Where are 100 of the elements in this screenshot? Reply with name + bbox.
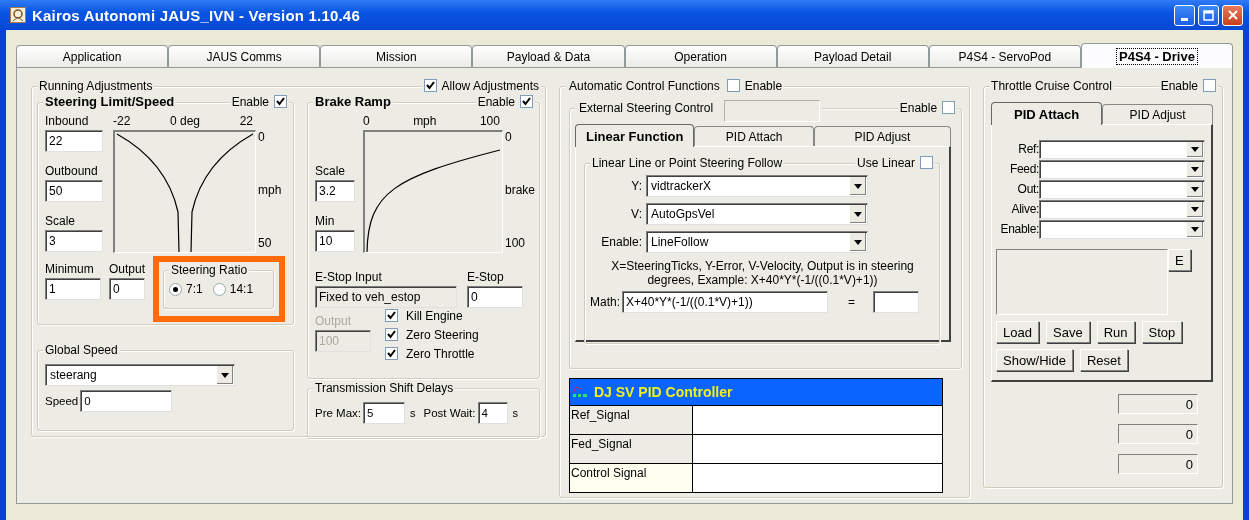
dropdown[interactable]: AutoGpsVel <box>646 203 868 225</box>
text-field[interactable]: 5 <box>363 402 405 424</box>
field-label: Scale <box>315 164 347 178</box>
dropdown[interactable] <box>1039 219 1206 239</box>
tab[interactable]: Mission <box>320 45 473 67</box>
dropdown[interactable]: vidtrackerX <box>646 175 868 197</box>
group-title: Linear Line or Point Steering Follow <box>590 155 785 170</box>
text-field[interactable] <box>873 291 920 313</box>
dropdown[interactable]: steerang <box>45 364 235 386</box>
maximize-button[interactable] <box>1198 4 1219 26</box>
minimize-button[interactable] <box>1174 4 1195 26</box>
checkbox-label: Kill Engine <box>406 308 463 323</box>
checkbox[interactable] <box>1203 79 1216 92</box>
field-label: Ref: <box>1018 142 1040 156</box>
checkbox[interactable] <box>920 156 933 169</box>
checkbox[interactable] <box>385 347 398 360</box>
action-button[interactable]: Show/Hide <box>996 349 1073 371</box>
field-label: Inbound <box>45 114 90 128</box>
caret-icon <box>854 239 862 245</box>
text-field[interactable]: 1 <box>45 278 101 300</box>
minimize-icon <box>1181 17 1188 21</box>
text-field[interactable]: 0 <box>80 390 173 412</box>
action-button[interactable]: Save <box>1046 321 1090 343</box>
table-cell: Control Signal <box>570 464 693 492</box>
checkbox-label: Enable <box>1160 78 1198 93</box>
dropdown[interactable]: LineFollow <box>646 231 868 253</box>
checkbox[interactable] <box>385 309 398 322</box>
checkbox[interactable] <box>942 101 956 114</box>
maximize-icon <box>1203 9 1214 21</box>
checkbox[interactable] <box>385 328 398 341</box>
field-label: Enable: <box>600 235 643 249</box>
action-button[interactable]: Reset <box>1079 349 1128 371</box>
text-field[interactable]: 0 <box>467 286 523 308</box>
tab[interactable]: PID Adjust <box>813 126 951 146</box>
text-field[interactable]: 0 <box>109 278 145 300</box>
text-field[interactable]: 50 <box>45 180 103 202</box>
checkbox[interactable] <box>423 79 437 92</box>
field-label: V: <box>630 207 643 221</box>
radio-button[interactable] <box>169 282 183 296</box>
tab[interactable]: Linear Function <box>575 124 695 147</box>
text-field[interactable]: X+40*Y*(-1/((0.1*V)+1)) <box>622 291 828 313</box>
tab[interactable]: Payload & Data <box>472 45 625 67</box>
axis-label: -22 <box>113 114 131 128</box>
e-button[interactable]: E <box>1167 249 1192 271</box>
action-button[interactable]: Load <box>996 321 1039 343</box>
text-field[interactable]: 22 <box>45 130 103 152</box>
caret-icon <box>854 183 862 189</box>
text-field[interactable]: 3.2 <box>315 180 355 202</box>
tab[interactable]: P4S4 - ServoPod <box>928 45 1081 67</box>
axis-label: 50 <box>258 236 273 250</box>
field-label: E-Stop Input <box>315 270 383 284</box>
tab[interactable]: PID Attach <box>991 102 1103 125</box>
readout-field: 0 <box>1118 394 1198 414</box>
dropdown[interactable] <box>1039 199 1206 219</box>
axis-label: 22 <box>239 114 253 128</box>
readout-field: 0 <box>1118 454 1198 474</box>
app-icon <box>10 7 26 23</box>
field-label: Pre Max: <box>315 407 361 419</box>
caret-icon <box>221 372 229 378</box>
text-field[interactable]: 10 <box>315 230 355 252</box>
caret-icon <box>1191 186 1200 192</box>
group-title: Steering Limit/Speed <box>43 94 177 109</box>
help-text: X=SteeringTicks, Y-Error, V-Velocity, Output is in steering degrees, Example: X+40*Y*(-1/((0.1*V)+1)) <box>610 259 915 287</box>
group-title: Brake Ramp <box>313 94 393 109</box>
close-button[interactable] <box>1222 4 1243 26</box>
text-field[interactable]: 4 <box>477 402 508 424</box>
tab[interactable]: Payload Detail <box>776 45 929 67</box>
action-button[interactable]: Run <box>1096 321 1135 343</box>
field-label: Feed: <box>1009 162 1040 176</box>
field-label: Output <box>109 262 146 276</box>
dropdown[interactable] <box>1039 139 1206 159</box>
caret-icon <box>1191 166 1200 172</box>
tab[interactable]: JAUS Comms <box>168 45 321 67</box>
dropdown[interactable] <box>1039 179 1206 199</box>
tab[interactable]: PID Adjust <box>1102 104 1214 124</box>
tab[interactable]: P4S4 - Drive <box>1080 43 1233 68</box>
tab[interactable]: Application <box>16 45 169 67</box>
group-title: Running Adjustments <box>37 78 155 93</box>
field-label: Speed <box>45 395 79 407</box>
action-button[interactable]: Stop <box>1141 321 1183 343</box>
tab[interactable]: PID Attach <box>694 126 814 146</box>
group-title: Throttle Cruise Control <box>989 78 1114 93</box>
text-field[interactable]: 3 <box>45 230 103 252</box>
checkbox[interactable] <box>274 95 287 108</box>
caret-icon <box>854 211 862 217</box>
radio-button[interactable] <box>212 282 226 296</box>
axis-label: 100 <box>504 236 526 250</box>
checkbox[interactable] <box>520 95 533 108</box>
window-title: Kairos Autonomi JAUS_IVN - Version 1.10.46 <box>32 6 360 24</box>
readout-field: 0 <box>1118 424 1198 444</box>
checkbox-label: Enable <box>744 78 783 93</box>
field-label: Minimum <box>45 262 95 276</box>
field-label: Min <box>315 214 336 228</box>
group-title: Steering Ratio <box>169 262 250 277</box>
tab[interactable]: Operation <box>624 45 777 67</box>
checkbox[interactable] <box>726 79 740 92</box>
dropdown[interactable] <box>1039 159 1206 179</box>
group-title: Global Speed <box>43 342 120 357</box>
field-label: Scale <box>45 214 77 228</box>
list-box[interactable] <box>996 249 1168 315</box>
